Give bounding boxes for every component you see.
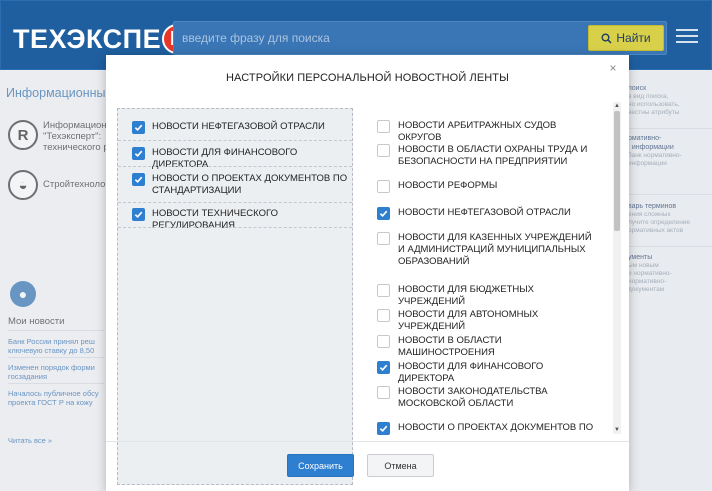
- checkbox-checked[interactable]: [132, 121, 145, 134]
- topic-option[interactable]: НОВОСТИ ДЛЯ КАЗЕННЫХ УЧРЕЖДЕНИЙ И АДМИНИ…: [377, 232, 598, 268]
- divider: [118, 202, 352, 203]
- checkmark-icon: [379, 364, 388, 372]
- checkbox-unchecked[interactable]: [377, 144, 390, 157]
- scroll-up-arrow-icon[interactable]: ▲: [613, 102, 621, 110]
- topic-option-label: НОВОСТИ ДЛЯ ФИНАНСОВОГО ДИРЕКТОРА: [398, 361, 544, 384]
- checkbox-unchecked[interactable]: [377, 386, 390, 399]
- topic-option[interactable]: НОВОСТИ ЗАКОНОДАТЕЛЬСТВА МОСКОВСКОЙ ОБЛА…: [377, 386, 598, 410]
- selected-topics-panel: НОВОСТИ НЕФТЕГАЗОВОЙ ОТРАСЛИ НОВОСТИ ДЛЯ…: [117, 108, 353, 485]
- topic-option-label: НОВОСТИ В ОБЛАСТИ МАШИНОСТРОЕНИЯ: [398, 335, 502, 358]
- cancel-button[interactable]: Отмена: [367, 454, 434, 477]
- selected-topic-label: НОВОСТИ НЕФТЕГАЗОВОЙ ОТРАСЛИ: [152, 121, 325, 132]
- selected-topic-label: НОВОСТИ ДЛЯ ФИНАНСОВОГО ДИРЕКТОРА: [152, 147, 298, 170]
- topic-option-label: НОВОСТИ О ПРОЕКТАХ ДОКУМЕНТОВ ПО: [398, 422, 594, 433]
- search-button-label: Найти: [616, 31, 651, 45]
- all-topics-list[interactable]: НОВОСТИ АРБИТРАЖНЫХ СУДОВ ОКРУГОВ НОВОСТ…: [365, 108, 605, 485]
- selected-topic-item[interactable]: НОВОСТИ ДЛЯ ФИНАНСОВОГО ДИРЕКТОРА: [132, 147, 348, 171]
- checkmark-icon: [134, 124, 143, 132]
- checkbox-checked[interactable]: [377, 207, 390, 220]
- selected-topic-label: НОВОСТИ ТЕХНИЧЕСКОГО РЕГУЛИРОВАНИЯ: [152, 208, 278, 231]
- topic-option[interactable]: НОВОСТИ ДЛЯ АВТОНОМНЫХ УЧРЕЖДЕНИЙ: [377, 309, 598, 333]
- search-button[interactable]: Найти: [588, 25, 664, 51]
- checkbox-checked[interactable]: [132, 173, 145, 186]
- modal-title: НАСТРОЙКИ ПЕРСОНАЛЬНОЙ НОВОСТНОЙ ЛЕНТЫ: [226, 72, 509, 84]
- topic-option-label: НОВОСТИ ДЛЯ КАЗЕННЫХ УЧРЕЖДЕНИЙ И АДМИНИ…: [398, 232, 592, 267]
- topic-option-label: НОВОСТИ В ОБЛАСТИ ОХРАНЫ ТРУДА И БЕЗОПАС…: [398, 144, 588, 167]
- search-box: Найти: [173, 21, 667, 55]
- topic-option-label: НОВОСТИ ДЛЯ АВТОНОМНЫХ УЧРЕЖДЕНИЙ: [398, 309, 539, 332]
- topic-option-label: НОВОСТИ АРБИТРАЖНЫХ СУДОВ ОКРУГОВ: [398, 120, 557, 143]
- hamburger-menu-icon[interactable]: [676, 25, 698, 47]
- logo-text-left: ТЕХЭКСПЕ: [13, 23, 162, 54]
- save-button[interactable]: Сохранить: [287, 454, 354, 477]
- checkmark-icon: [379, 425, 388, 433]
- divider: [106, 441, 629, 442]
- checkbox-unchecked[interactable]: [377, 180, 390, 193]
- scroll-down-arrow-icon[interactable]: ▼: [613, 426, 621, 434]
- checkbox-checked[interactable]: [132, 147, 145, 160]
- selected-topic-item[interactable]: НОВОСТИ О ПРОЕКТАХ ДОКУМЕНТОВ ПО СТАНДАР…: [132, 173, 348, 197]
- topic-option[interactable]: НОВОСТИ РЕФОРМЫ: [377, 180, 598, 193]
- topic-option[interactable]: НОВОСТИ О ПРОЕКТАХ ДОКУМЕНТОВ ПО: [377, 422, 598, 435]
- topic-option[interactable]: НОВОСТИ НЕФТЕГАЗОВОЙ ОТРАСЛИ: [377, 207, 598, 220]
- checkbox-checked[interactable]: [377, 422, 390, 435]
- checkbox-unchecked[interactable]: [377, 335, 390, 348]
- topic-option[interactable]: НОВОСТИ ДЛЯ ФИНАНСОВОГО ДИРЕКТОРА: [377, 361, 598, 385]
- checkbox-checked[interactable]: [132, 208, 145, 221]
- topic-option[interactable]: НОВОСТИ В ОБЛАСТИ МАШИНОСТРОЕНИЯ: [377, 335, 598, 359]
- selected-topic-label: НОВОСТИ О ПРОЕКТАХ ДОКУМЕНТОВ ПО СТАНДАР…: [152, 173, 348, 196]
- topic-option-label: НОВОСТИ ДЛЯ БЮДЖЕТНЫХ УЧРЕЖДЕНИЙ: [398, 284, 535, 307]
- topic-option-label: НОВОСТИ ЗАКОНОДАТЕЛЬСТВА МОСКОВСКОЙ ОБЛА…: [398, 386, 548, 409]
- checkbox-checked[interactable]: [377, 361, 390, 374]
- divider: [118, 140, 352, 141]
- selected-topic-item[interactable]: НОВОСТИ НЕФТЕГАЗОВОЙ ОТРАСЛИ: [132, 121, 348, 134]
- topic-option-label: НОВОСТИ РЕФОРМЫ: [398, 180, 498, 191]
- checkbox-unchecked[interactable]: [377, 309, 390, 322]
- checkmark-icon: [379, 210, 388, 218]
- scrollbar-thumb[interactable]: [614, 111, 620, 231]
- checkmark-icon: [134, 176, 143, 184]
- divider: [118, 227, 352, 228]
- topic-option[interactable]: НОВОСТИ ДЛЯ БЮДЖЕТНЫХ УЧРЕЖДЕНИЙ: [377, 284, 598, 308]
- checkmark-icon: [134, 211, 143, 219]
- search-input[interactable]: [182, 22, 562, 54]
- topic-option[interactable]: НОВОСТИ АРБИТРАЖНЫХ СУДОВ ОКРУГОВ: [377, 120, 598, 144]
- checkbox-unchecked[interactable]: [377, 232, 390, 245]
- close-icon[interactable]: ×: [606, 61, 620, 75]
- topic-option[interactable]: НОВОСТИ В ОБЛАСТИ ОХРАНЫ ТРУДА И БЕЗОПАС…: [377, 144, 598, 168]
- news-feed-settings-modal: НАСТРОЙКИ ПЕРСОНАЛЬНОЙ НОВОСТНОЙ ЛЕНТЫ ×…: [106, 55, 629, 491]
- topic-option-label: НОВОСТИ НЕФТЕГАЗОВОЙ ОТРАСЛИ: [398, 207, 571, 218]
- checkbox-unchecked[interactable]: [377, 284, 390, 297]
- divider: [118, 166, 352, 167]
- checkmark-icon: [134, 150, 143, 158]
- selected-topic-item[interactable]: НОВОСТИ ТЕХНИЧЕСКОГО РЕГУЛИРОВАНИЯ: [132, 208, 348, 232]
- search-icon: [601, 33, 612, 44]
- checkbox-unchecked[interactable]: [377, 120, 390, 133]
- list-scrollbar[interactable]: ▲ ▼: [613, 102, 621, 434]
